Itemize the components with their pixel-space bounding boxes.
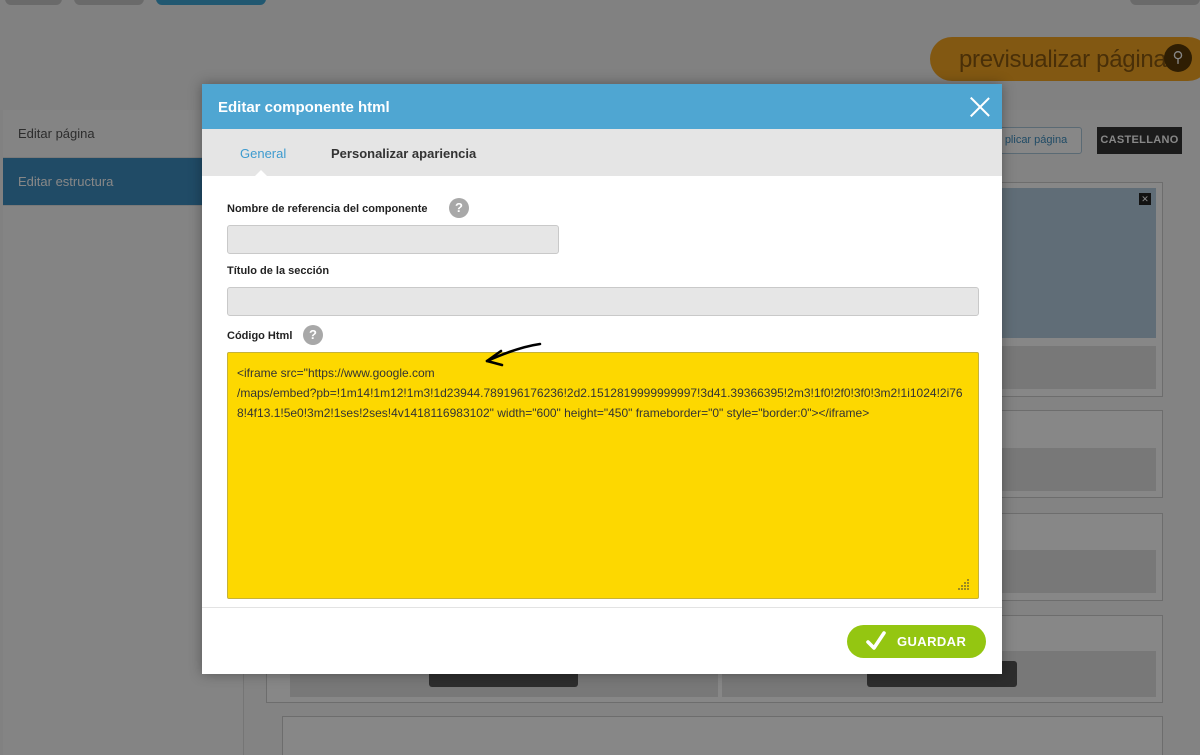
resize-grip-icon[interactable] xyxy=(958,578,970,590)
check-icon xyxy=(866,631,886,650)
save-button-label: GUARDAR xyxy=(897,634,967,649)
tab-general[interactable]: General xyxy=(240,146,286,161)
tab-customize-appearance[interactable]: Personalizar apariencia xyxy=(331,146,476,161)
save-button[interactable]: GUARDAR xyxy=(847,625,986,658)
reference-name-label: Nombre de referencia del componente xyxy=(227,203,428,215)
section-title-input[interactable] xyxy=(227,287,979,316)
arrow-annotation xyxy=(485,342,542,367)
modal-footer: GUARDAR xyxy=(202,607,1002,674)
edit-html-component-modal: Editar componente html General Personali… xyxy=(202,84,1002,674)
html-code-textarea[interactable]: <iframe src="https://www.google.com /map… xyxy=(227,352,979,599)
help-icon[interactable]: ? xyxy=(449,198,469,218)
modal-header: Editar componente html xyxy=(202,84,1002,129)
help-icon[interactable]: ? xyxy=(303,325,323,345)
active-tab-indicator xyxy=(254,170,268,177)
modal-title: Editar componente html xyxy=(218,99,390,116)
html-code-label: Código Html xyxy=(227,330,293,342)
section-title-label: Título de la sección xyxy=(227,265,330,277)
reference-name-input[interactable] xyxy=(227,225,559,254)
close-icon[interactable] xyxy=(969,96,990,117)
modal-tabs: General Personalizar apariencia xyxy=(202,129,1002,177)
